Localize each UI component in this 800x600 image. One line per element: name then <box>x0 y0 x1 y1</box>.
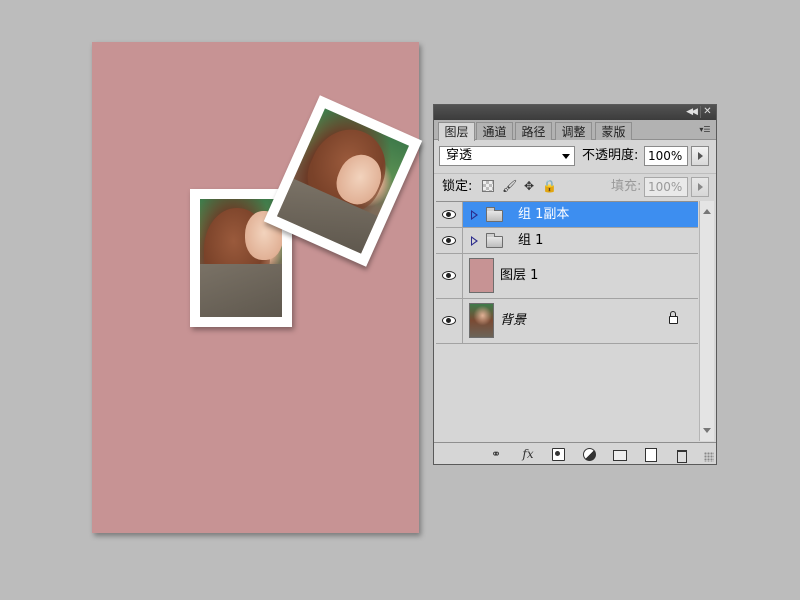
eye-icon <box>442 271 456 280</box>
opacity-slider-button[interactable] <box>691 146 709 166</box>
layer-row-group-1[interactable]: 组 1 <box>436 228 698 254</box>
photo-sweater <box>200 263 282 317</box>
blend-mode-value: 穿透 <box>446 148 473 163</box>
link-icon[interactable]: ⚭ <box>487 447 505 461</box>
lock-pixels-brush-icon[interactable]: 🖌 <box>502 179 517 193</box>
lock-label: 锁定: <box>442 179 473 194</box>
layer-name: 组 1副本 <box>518 207 570 222</box>
fill-label: 填充: <box>611 179 642 194</box>
tab-paths[interactable]: 路径 <box>515 122 552 140</box>
visibility-toggle[interactable] <box>436 228 463 253</box>
opacity-label: 不透明度: <box>582 148 639 163</box>
layer-list-scrollbar[interactable] <box>699 201 714 441</box>
expand-triangle-icon[interactable] <box>471 210 478 220</box>
folder-icon <box>486 207 503 222</box>
lock-all-icon[interactable]: 🔒 <box>542 179 557 193</box>
eye-icon <box>442 316 456 325</box>
panel-tab-bar: 图层 通道 路径 调整 蒙版 ▾☰ <box>434 120 716 141</box>
panel-footer-toolbar: ⚭ fx <box>434 442 716 464</box>
layer-thumbnail <box>469 258 494 293</box>
close-icon[interactable]: ✕ <box>700 106 714 118</box>
panel-menu-icon[interactable]: ▾☰ <box>697 123 713 137</box>
lock-transparency-icon[interactable] <box>482 180 494 192</box>
lock-position-move-icon[interactable]: ✥ <box>522 179 536 193</box>
layer-mask-icon[interactable] <box>549 447 567 461</box>
tab-masks[interactable]: 蒙版 <box>595 122 632 140</box>
layer-row-background[interactable]: 背景 <box>436 299 698 344</box>
layer-row-group-1-copy[interactable]: 组 1副本 <box>436 202 698 228</box>
fill-slider-button[interactable] <box>691 177 709 197</box>
layer-thumbnail <box>469 303 494 338</box>
blend-mode-select[interactable]: 穿透 <box>439 146 575 166</box>
resize-grip-icon[interactable] <box>704 452 714 462</box>
layers-panel: ◀◀ ✕ 图层 通道 路径 调整 蒙版 ▾☰ 穿透 不透明度: 100% 锁定:… <box>433 104 717 465</box>
layer-name: 背景 <box>500 313 527 328</box>
fill-input[interactable]: 100% <box>644 177 688 197</box>
new-layer-icon[interactable] <box>641 447 659 462</box>
adjustment-layer-icon[interactable] <box>580 447 598 461</box>
scroll-down-arrow-icon[interactable] <box>703 428 711 433</box>
opacity-input[interactable]: 100% <box>644 146 688 166</box>
lock-options-row: 锁定: 🖌 ✥ 🔒 填充: 100% <box>434 173 716 199</box>
scroll-up-arrow-icon[interactable] <box>703 209 711 214</box>
panel-titlebar[interactable]: ◀◀ ✕ <box>434 105 716 120</box>
folder-icon <box>486 233 503 248</box>
layer-row-layer-1[interactable]: 图层 1 <box>436 254 698 299</box>
dropdown-arrow-icon <box>562 154 570 159</box>
eye-icon <box>442 210 456 219</box>
fx-icon[interactable]: fx <box>519 447 537 461</box>
double-chevron-left-icon[interactable]: ◀◀ <box>684 106 698 118</box>
tab-channels[interactable]: 通道 <box>476 122 513 140</box>
trash-icon[interactable] <box>672 447 690 463</box>
new-group-icon[interactable] <box>610 447 628 461</box>
visibility-toggle[interactable] <box>436 254 463 298</box>
lock-icon <box>669 311 678 324</box>
layer-name: 组 1 <box>518 233 544 248</box>
tab-adjustments[interactable]: 调整 <box>555 122 592 140</box>
tab-layers[interactable]: 图层 <box>438 122 475 141</box>
layer-list: 组 1副本 组 1 图层 1 背景 <box>436 201 698 441</box>
visibility-toggle[interactable] <box>436 299 463 343</box>
eye-icon <box>442 236 456 245</box>
visibility-toggle[interactable] <box>436 202 463 227</box>
expand-triangle-icon[interactable] <box>471 236 478 246</box>
layer-name: 图层 1 <box>500 268 539 283</box>
blend-options-row: 穿透 不透明度: 100% <box>434 141 716 169</box>
